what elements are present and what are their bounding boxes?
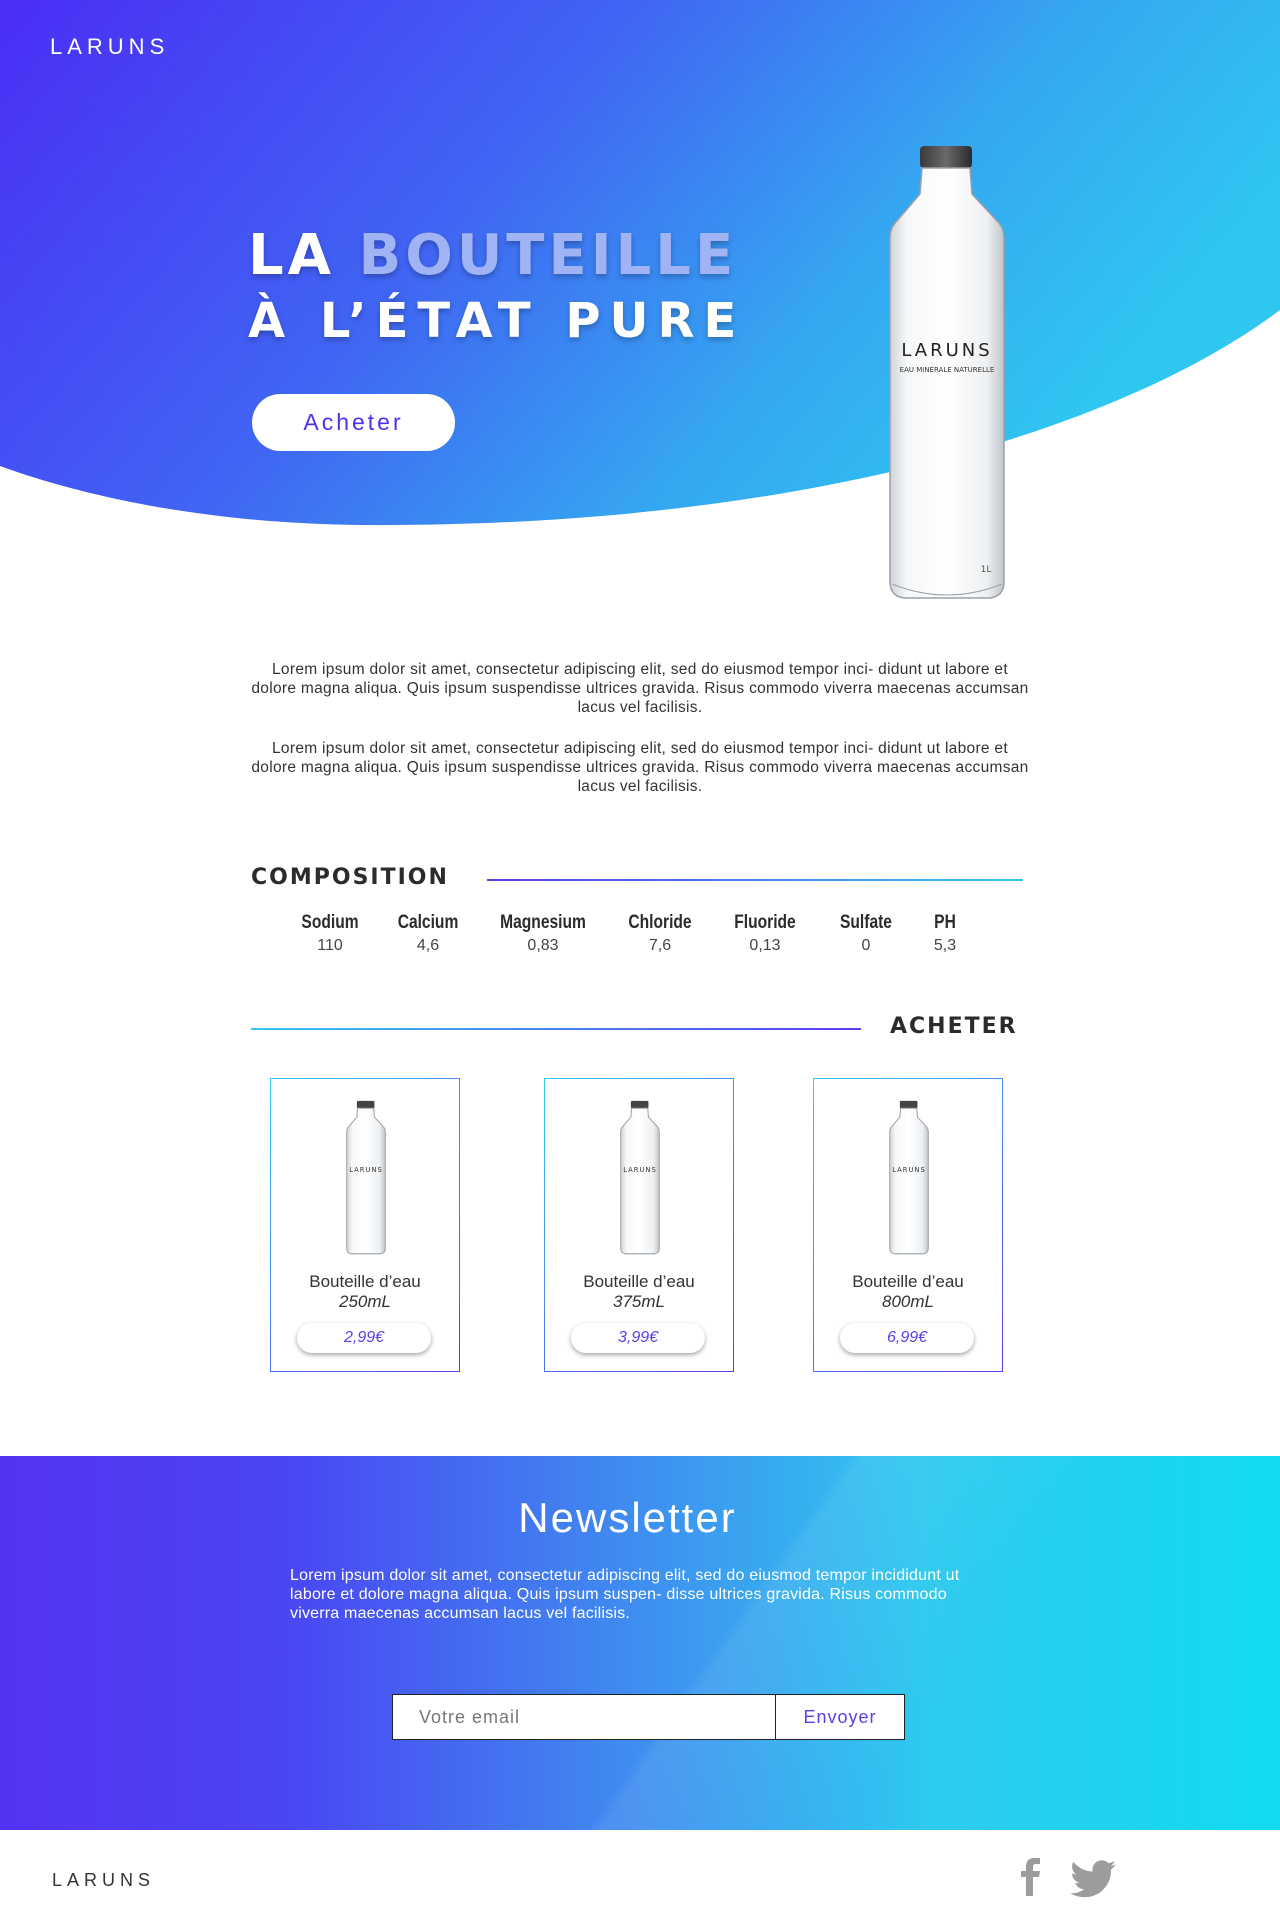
- facebook-icon[interactable]: [1018, 1858, 1044, 1896]
- bottle-thumbnail-icon: LARUNS: [889, 1100, 929, 1255]
- composition-name: Fluoride: [734, 912, 796, 933]
- composition-table: Sodium 110 Calcium 4,6 Magnesium 0,83 Ch…: [250, 912, 1030, 972]
- composition-name: Sulfate: [840, 912, 892, 933]
- intro-text: Lorem ipsum dolor sit amet, consectetur …: [250, 660, 1030, 818]
- bottle-thumbnail-icon: LARUNS: [346, 1100, 386, 1255]
- shop-divider: [251, 1028, 861, 1030]
- twitter-icon[interactable]: [1070, 1860, 1116, 1898]
- hero-subtitle: À L’ÉTAT PURE: [248, 293, 746, 349]
- composition-item-calcium: Calcium 4,6: [391, 912, 465, 955]
- hero-title-prefix: LA: [248, 223, 359, 288]
- price-button[interactable]: 3,99€: [571, 1323, 705, 1353]
- composition-value: 0,13: [749, 937, 781, 954]
- composition-divider: [487, 879, 1023, 881]
- composition-value: 0: [861, 937, 871, 954]
- hero-bottle-brand: LARUNS: [901, 340, 992, 361]
- hero-buy-button[interactable]: Acheter: [252, 394, 455, 451]
- hero-bottle-tagline: EAU MINÉRALE NATURELLE: [900, 365, 995, 374]
- price-button[interactable]: 2,99€: [297, 1323, 431, 1353]
- hero-bottle-volume: 1L: [981, 565, 992, 575]
- product-size: 250mL: [339, 1292, 391, 1311]
- hero-title: LA BOUTEILLE: [248, 228, 737, 284]
- thumb-brand: LARUNS: [349, 1166, 383, 1174]
- newsletter-title: Newsletter: [518, 1494, 737, 1541]
- composition-value: 0,83: [527, 937, 559, 954]
- price-button[interactable]: 6,99€: [840, 1323, 974, 1353]
- product-size: 800mL: [882, 1292, 934, 1311]
- thumb-brand: LARUNS: [892, 1166, 926, 1174]
- composition-name: Sodium: [301, 912, 359, 933]
- send-button[interactable]: Envoyer: [776, 1695, 904, 1739]
- product-name: Bouteille d’eau: [583, 1272, 695, 1291]
- composition-name: Magnesium: [500, 912, 586, 933]
- intro-paragraph: Lorem ipsum dolor sit amet, consectetur …: [251, 740, 1029, 795]
- product-card-250ml[interactable]: LARUNS Bouteille d’eau 250mL 2,99€: [270, 1078, 460, 1372]
- email-input[interactable]: [393, 1695, 776, 1739]
- composition-item-sodium: Sodium 110: [295, 912, 365, 955]
- thumb-brand: LARUNS: [623, 1166, 657, 1174]
- composition-item-fluoride: Fluoride 0,13: [728, 912, 803, 955]
- brand-logo-header[interactable]: LARUNS: [50, 34, 169, 60]
- composition-value: 4,6: [416, 937, 440, 954]
- product-name: Bouteille d’eau: [309, 1272, 421, 1291]
- composition-name: Chloride: [628, 912, 692, 933]
- composition-heading: COMPOSITION: [251, 865, 449, 890]
- hero-bottle-image: LARUNS EAU MINÉRALE NATURELLE 1L: [889, 146, 1005, 599]
- hero-title-highlight: BOUTEILLE: [358, 223, 738, 288]
- shop-heading: ACHETER: [890, 1014, 1018, 1039]
- composition-name: Calcium: [397, 912, 459, 933]
- intro-paragraph: Lorem ipsum dolor sit amet, consectetur …: [251, 661, 1029, 716]
- composition-value: 7,6: [648, 937, 672, 954]
- product-name: Bouteille d’eau: [852, 1272, 964, 1291]
- composition-item-chloride: Chloride 7,6: [621, 912, 698, 955]
- brand-logo-footer[interactable]: LARUNS: [52, 1870, 155, 1891]
- newsletter-section: Newsletter Lorem ipsum dolor sit amet, c…: [0, 1456, 1280, 1830]
- newsletter-text: Lorem ipsum dolor sit amet, consectetur …: [290, 1567, 960, 1622]
- composition-name: PH: [934, 912, 956, 933]
- composition-item-ph: PH 5,3: [932, 912, 958, 955]
- composition-value: 110: [317, 937, 343, 954]
- newsletter-form: Envoyer: [392, 1694, 905, 1740]
- product-card-800ml[interactable]: LARUNS Bouteille d’eau 800mL 6,99€: [813, 1078, 1003, 1372]
- product-card-375ml[interactable]: LARUNS Bouteille d’eau 375mL 3,99€: [544, 1078, 734, 1372]
- product-size: 375mL: [613, 1292, 665, 1311]
- composition-value: 5,3: [933, 937, 957, 954]
- bottle-thumbnail-icon: LARUNS: [620, 1100, 660, 1255]
- composition-item-magnesium: Magnesium 0,83: [491, 912, 596, 955]
- composition-item-sulfate: Sulfate 0: [834, 912, 897, 955]
